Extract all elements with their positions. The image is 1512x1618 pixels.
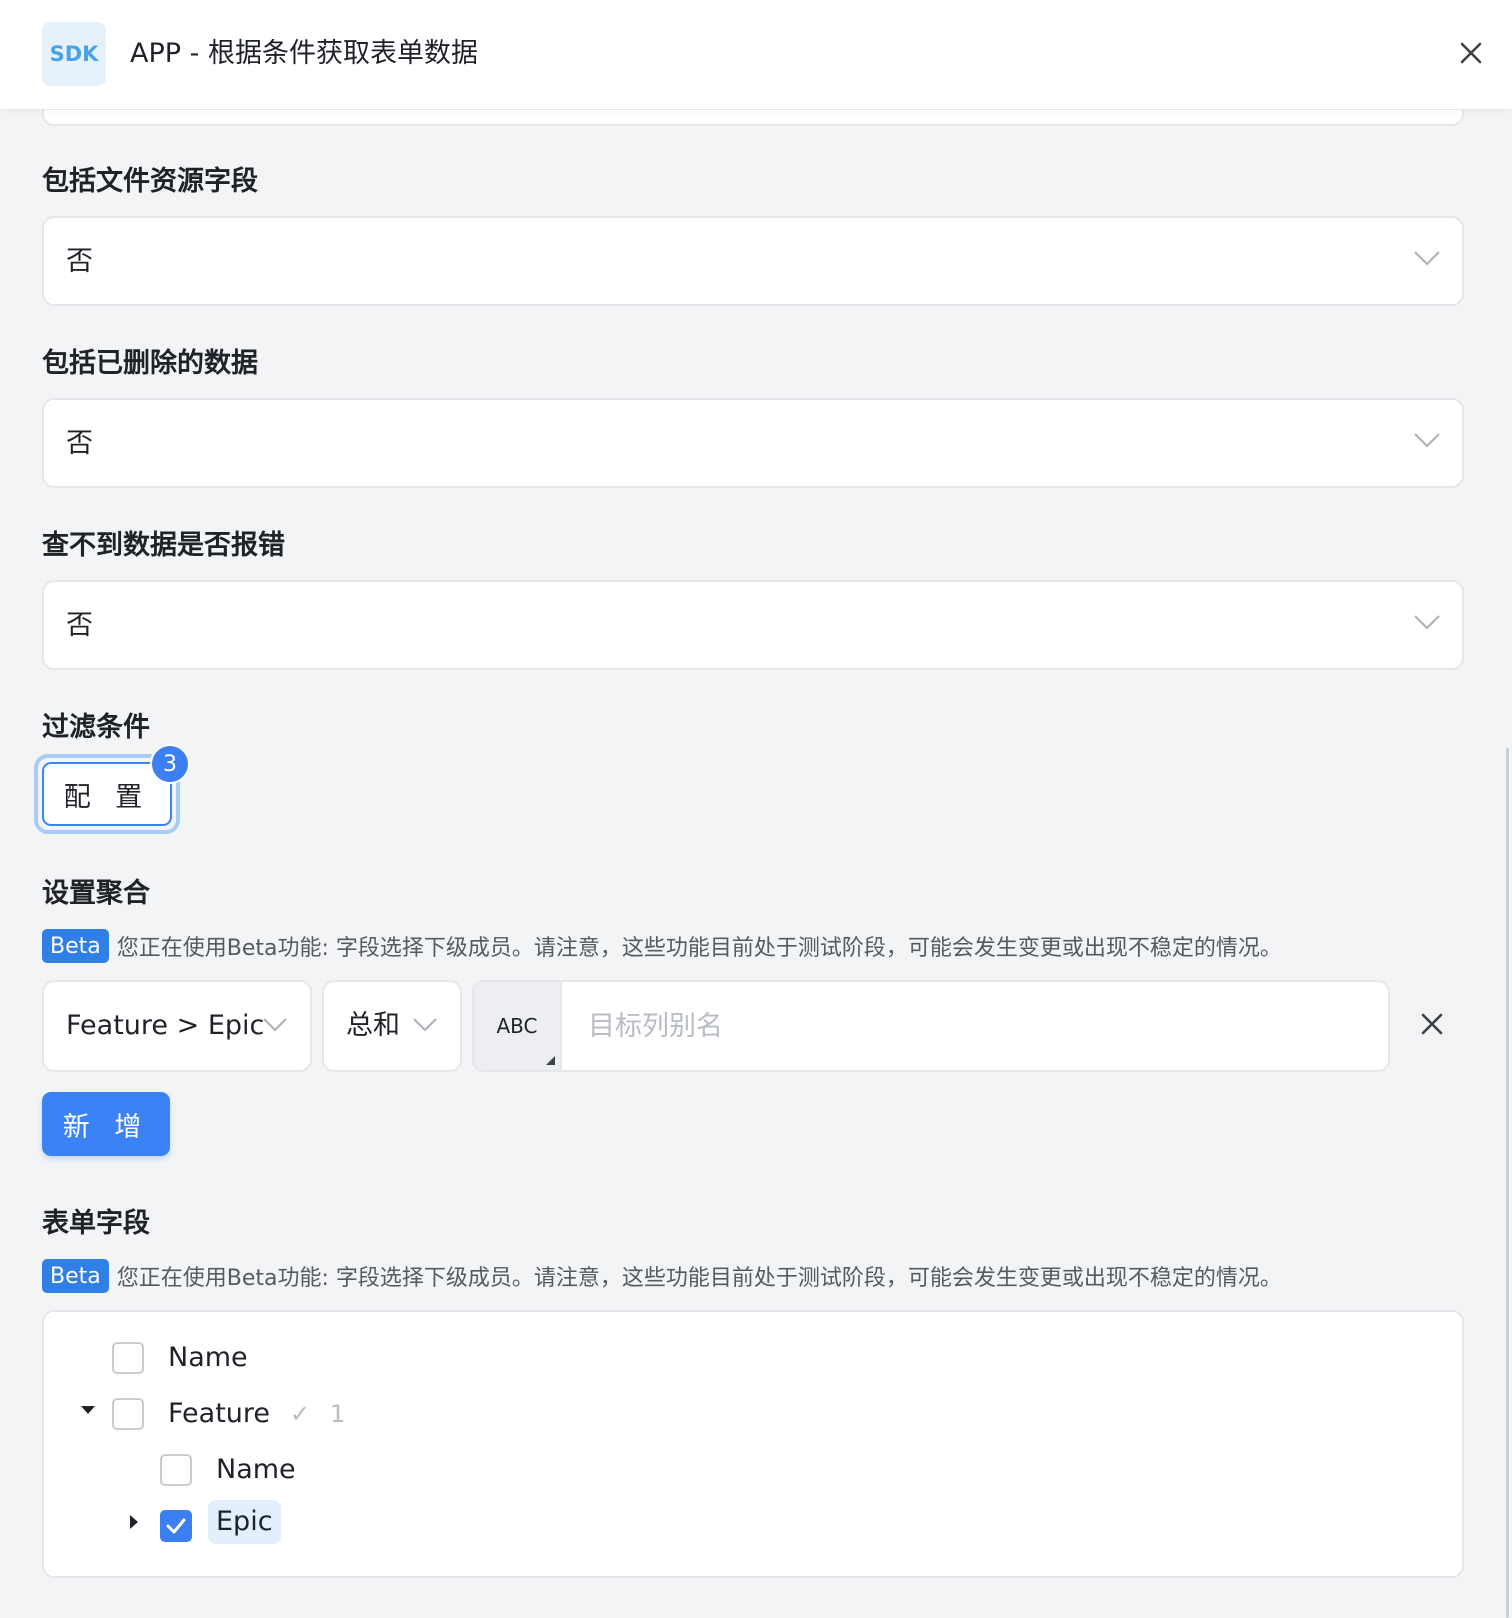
type-label: ABC (496, 1014, 538, 1038)
alias-input-group: ABC (472, 980, 1390, 1072)
caret-right-icon[interactable] (124, 1512, 144, 1532)
selected-count: 1 (330, 1400, 346, 1428)
aggregation-function-select[interactable]: 总和 (322, 980, 462, 1072)
add-aggregation-button[interactable]: 新 增 (42, 1092, 170, 1156)
beta-tag: Beta (42, 929, 109, 963)
error-if-not-found-label: 查不到数据是否报错 (42, 530, 285, 561)
chevron-down-icon (1412, 246, 1442, 270)
tree-node-label[interactable]: Feature (168, 1396, 270, 1432)
close-icon[interactable] (1456, 38, 1486, 68)
aggregation-field-select[interactable]: Feature > Epic (42, 980, 312, 1072)
chevron-down-icon (1412, 428, 1442, 452)
check-mark-icon: ✓ (290, 1400, 311, 1428)
select-value: 否 (66, 246, 93, 277)
checkbox-name[interactable] (112, 1342, 144, 1374)
select-value: 否 (66, 610, 93, 641)
type-selector[interactable]: ABC (474, 982, 562, 1070)
include-deleted-label: 包括已删除的数据 (42, 348, 258, 379)
tree-node-label[interactable]: Name (216, 1452, 296, 1488)
checkbox-feature-name[interactable] (160, 1454, 192, 1486)
filter-label: 过滤条件 (42, 712, 150, 743)
checkbox-feature-epic[interactable] (160, 1510, 192, 1542)
dialog-title: APP - 根据条件获取表单数据 (130, 38, 478, 69)
beta-notice-text: 您正在使用Beta功能: 字段选择下级成员。请注意，这些功能目前处于测试阶段，可… (116, 936, 1282, 961)
form-fields-beta-notice: Beta 您正在使用Beta功能: 字段选择下级成员。请注意，这些功能目前处于测… (42, 1258, 1282, 1294)
form-fields-label: 表单字段 (42, 1208, 150, 1239)
tree-node-label-selected[interactable]: Epic (208, 1500, 281, 1544)
include-deleted-select[interactable]: 否 (42, 398, 1464, 488)
beta-notice-text: 您正在使用Beta功能: 字段选择下级成员。请注意，这些功能目前处于测试阶段，可… (116, 1266, 1282, 1291)
aggregation-label: 设置聚合 (42, 878, 150, 909)
beta-tag: Beta (42, 1259, 109, 1293)
remove-aggregation-icon[interactable] (1418, 1010, 1446, 1038)
filter-count-badge: 3 (150, 744, 190, 784)
select-value: 否 (66, 428, 93, 459)
form-fields-tree: Name Feature ✓ 1 Name Epic (42, 1310, 1464, 1578)
alias-input[interactable] (566, 982, 1386, 1070)
caret-down-icon[interactable] (78, 1400, 98, 1420)
select-value: Feature > Epic (66, 1010, 265, 1041)
error-if-not-found-select[interactable]: 否 (42, 580, 1464, 670)
include-file-fields-select[interactable]: 否 (42, 216, 1464, 306)
include-file-fields-label: 包括文件资源字段 (42, 166, 258, 197)
aggregation-beta-notice: Beta 您正在使用Beta功能: 字段选择下级成员。请注意，这些功能目前处于测… (42, 928, 1282, 964)
scrollbar[interactable] (1506, 748, 1509, 1618)
chevron-down-icon (1412, 610, 1442, 634)
select-value: 总和 (346, 1010, 400, 1041)
dialog-header: SDK APP - 根据条件获取表单数据 (0, 0, 1512, 110)
chevron-down-icon (412, 1014, 438, 1036)
corner-triangle-icon (546, 1056, 555, 1065)
sdk-logo: SDK (42, 22, 106, 86)
checkbox-feature[interactable] (112, 1398, 144, 1430)
chevron-down-icon (262, 1014, 288, 1036)
tree-node-label[interactable]: Name (168, 1340, 248, 1376)
